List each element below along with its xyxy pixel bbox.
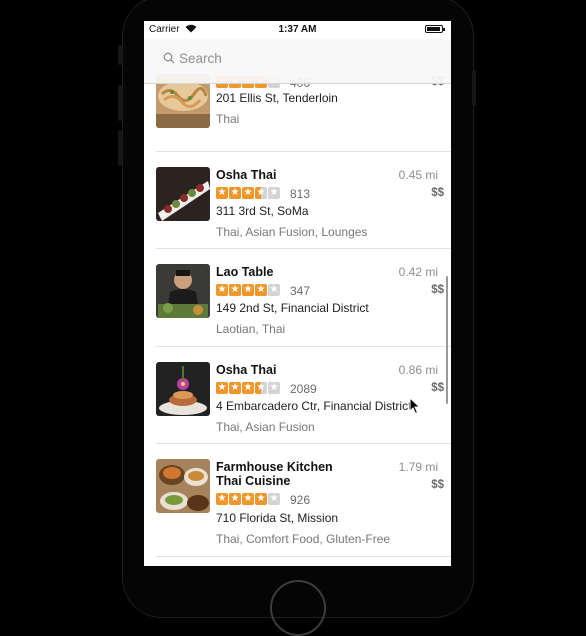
star-icon	[242, 492, 254, 505]
list-item[interactable]: Lao Table 0.42 mi 347 $$ 149 2nd St, Fin…	[156, 248, 451, 346]
restaurant-list[interactable]: 406 $$ 201 Ellis St, Tenderloin Thai Osh…	[144, 21, 451, 566]
star-half-icon	[255, 186, 267, 199]
categories: Thai, Comfort Food, Gluten-Free	[216, 532, 391, 546]
address: 149 2nd St, Financial District	[216, 301, 369, 315]
address: 710 Florida St, Mission	[216, 511, 339, 525]
distance: 1.79 mi	[398, 460, 438, 474]
star-icon	[216, 381, 228, 394]
star-icon	[229, 492, 241, 505]
restaurant-name[interactable]: Osha Thai	[216, 168, 346, 182]
star-icon	[216, 492, 228, 505]
side-button	[472, 70, 476, 106]
scroll-indicator[interactable]	[445, 276, 448, 404]
price-level: $$	[431, 284, 444, 296]
star-icon	[229, 186, 241, 199]
battery-icon	[425, 25, 445, 33]
star-icon	[216, 186, 228, 199]
star-icon	[216, 283, 228, 296]
list-item[interactable]: Farmhouse Kitchen Thai Cuisine 1.79 mi $…	[156, 443, 451, 557]
search-input[interactable]	[179, 51, 379, 66]
search-field[interactable]	[155, 44, 379, 70]
categories: Thai, Asian Fusion	[216, 420, 315, 434]
mouse-cursor-icon	[409, 397, 421, 415]
restaurant-thumbnail	[156, 459, 210, 513]
phone-screen: 406 $$ 201 Ellis St, Tenderloin Thai Osh…	[144, 21, 451, 566]
side-button	[118, 45, 122, 65]
restaurant-name[interactable]: Osha Thai	[216, 363, 346, 377]
categories: Thai, Asian Fusion, Lounges	[216, 225, 368, 239]
search-icon	[163, 52, 175, 64]
restaurant-thumbnail	[156, 264, 210, 318]
star-icon	[242, 381, 254, 394]
star-icon	[255, 283, 267, 296]
star-icon	[268, 381, 280, 394]
price-level: $$	[431, 187, 444, 199]
distance: 0.45 mi	[398, 168, 438, 182]
side-button	[118, 85, 122, 121]
address: 311 3rd St, SoMa	[216, 204, 309, 218]
home-button[interactable]	[270, 580, 326, 636]
star-icon	[268, 283, 280, 296]
rating-stars	[216, 381, 280, 394]
list-item[interactable]: Osha Thai 0.45 mi 813 $$ 311 3rd St, SoM…	[156, 151, 451, 249]
star-icon	[242, 186, 254, 199]
star-icon	[268, 186, 280, 199]
restaurant-thumbnail	[156, 167, 210, 221]
status-time: 1:37 AM	[278, 24, 317, 35]
status-bar: Carrier 1:37 AM	[144, 21, 451, 39]
search-bar	[144, 39, 451, 84]
star-icon	[255, 492, 267, 505]
restaurant-thumbnail	[156, 362, 210, 416]
star-icon	[229, 381, 241, 394]
distance: 0.42 mi	[398, 265, 438, 279]
star-icon	[229, 283, 241, 296]
restaurant-name[interactable]: Lao Table	[216, 265, 346, 279]
list-item[interactable]: Osha Thai 0.86 mi 2089 $$ 4 Embarcadero …	[156, 346, 451, 444]
categories: Laotian, Thai	[216, 322, 286, 336]
review-count: 926	[290, 493, 311, 507]
restaurant-name[interactable]: Farmhouse Kitchen Thai Cuisine	[216, 460, 346, 488]
rating-stars	[216, 186, 280, 199]
star-half-icon	[255, 381, 267, 394]
side-button	[118, 130, 122, 166]
price-level: $$	[431, 479, 444, 491]
review-count: 813	[290, 187, 311, 201]
address: 4 Embarcadero Ctr, Financial District	[216, 399, 412, 413]
distance: 0.86 mi	[398, 363, 438, 377]
rating-stars	[216, 283, 280, 296]
star-icon	[268, 492, 280, 505]
categories: Thai	[216, 112, 240, 126]
price-level: $$	[431, 382, 444, 394]
address: 201 Ellis St, Tenderloin	[216, 91, 338, 105]
rating-stars	[216, 492, 280, 505]
review-count: 2089	[290, 382, 317, 396]
review-count: 347	[290, 284, 311, 298]
star-icon	[242, 283, 254, 296]
